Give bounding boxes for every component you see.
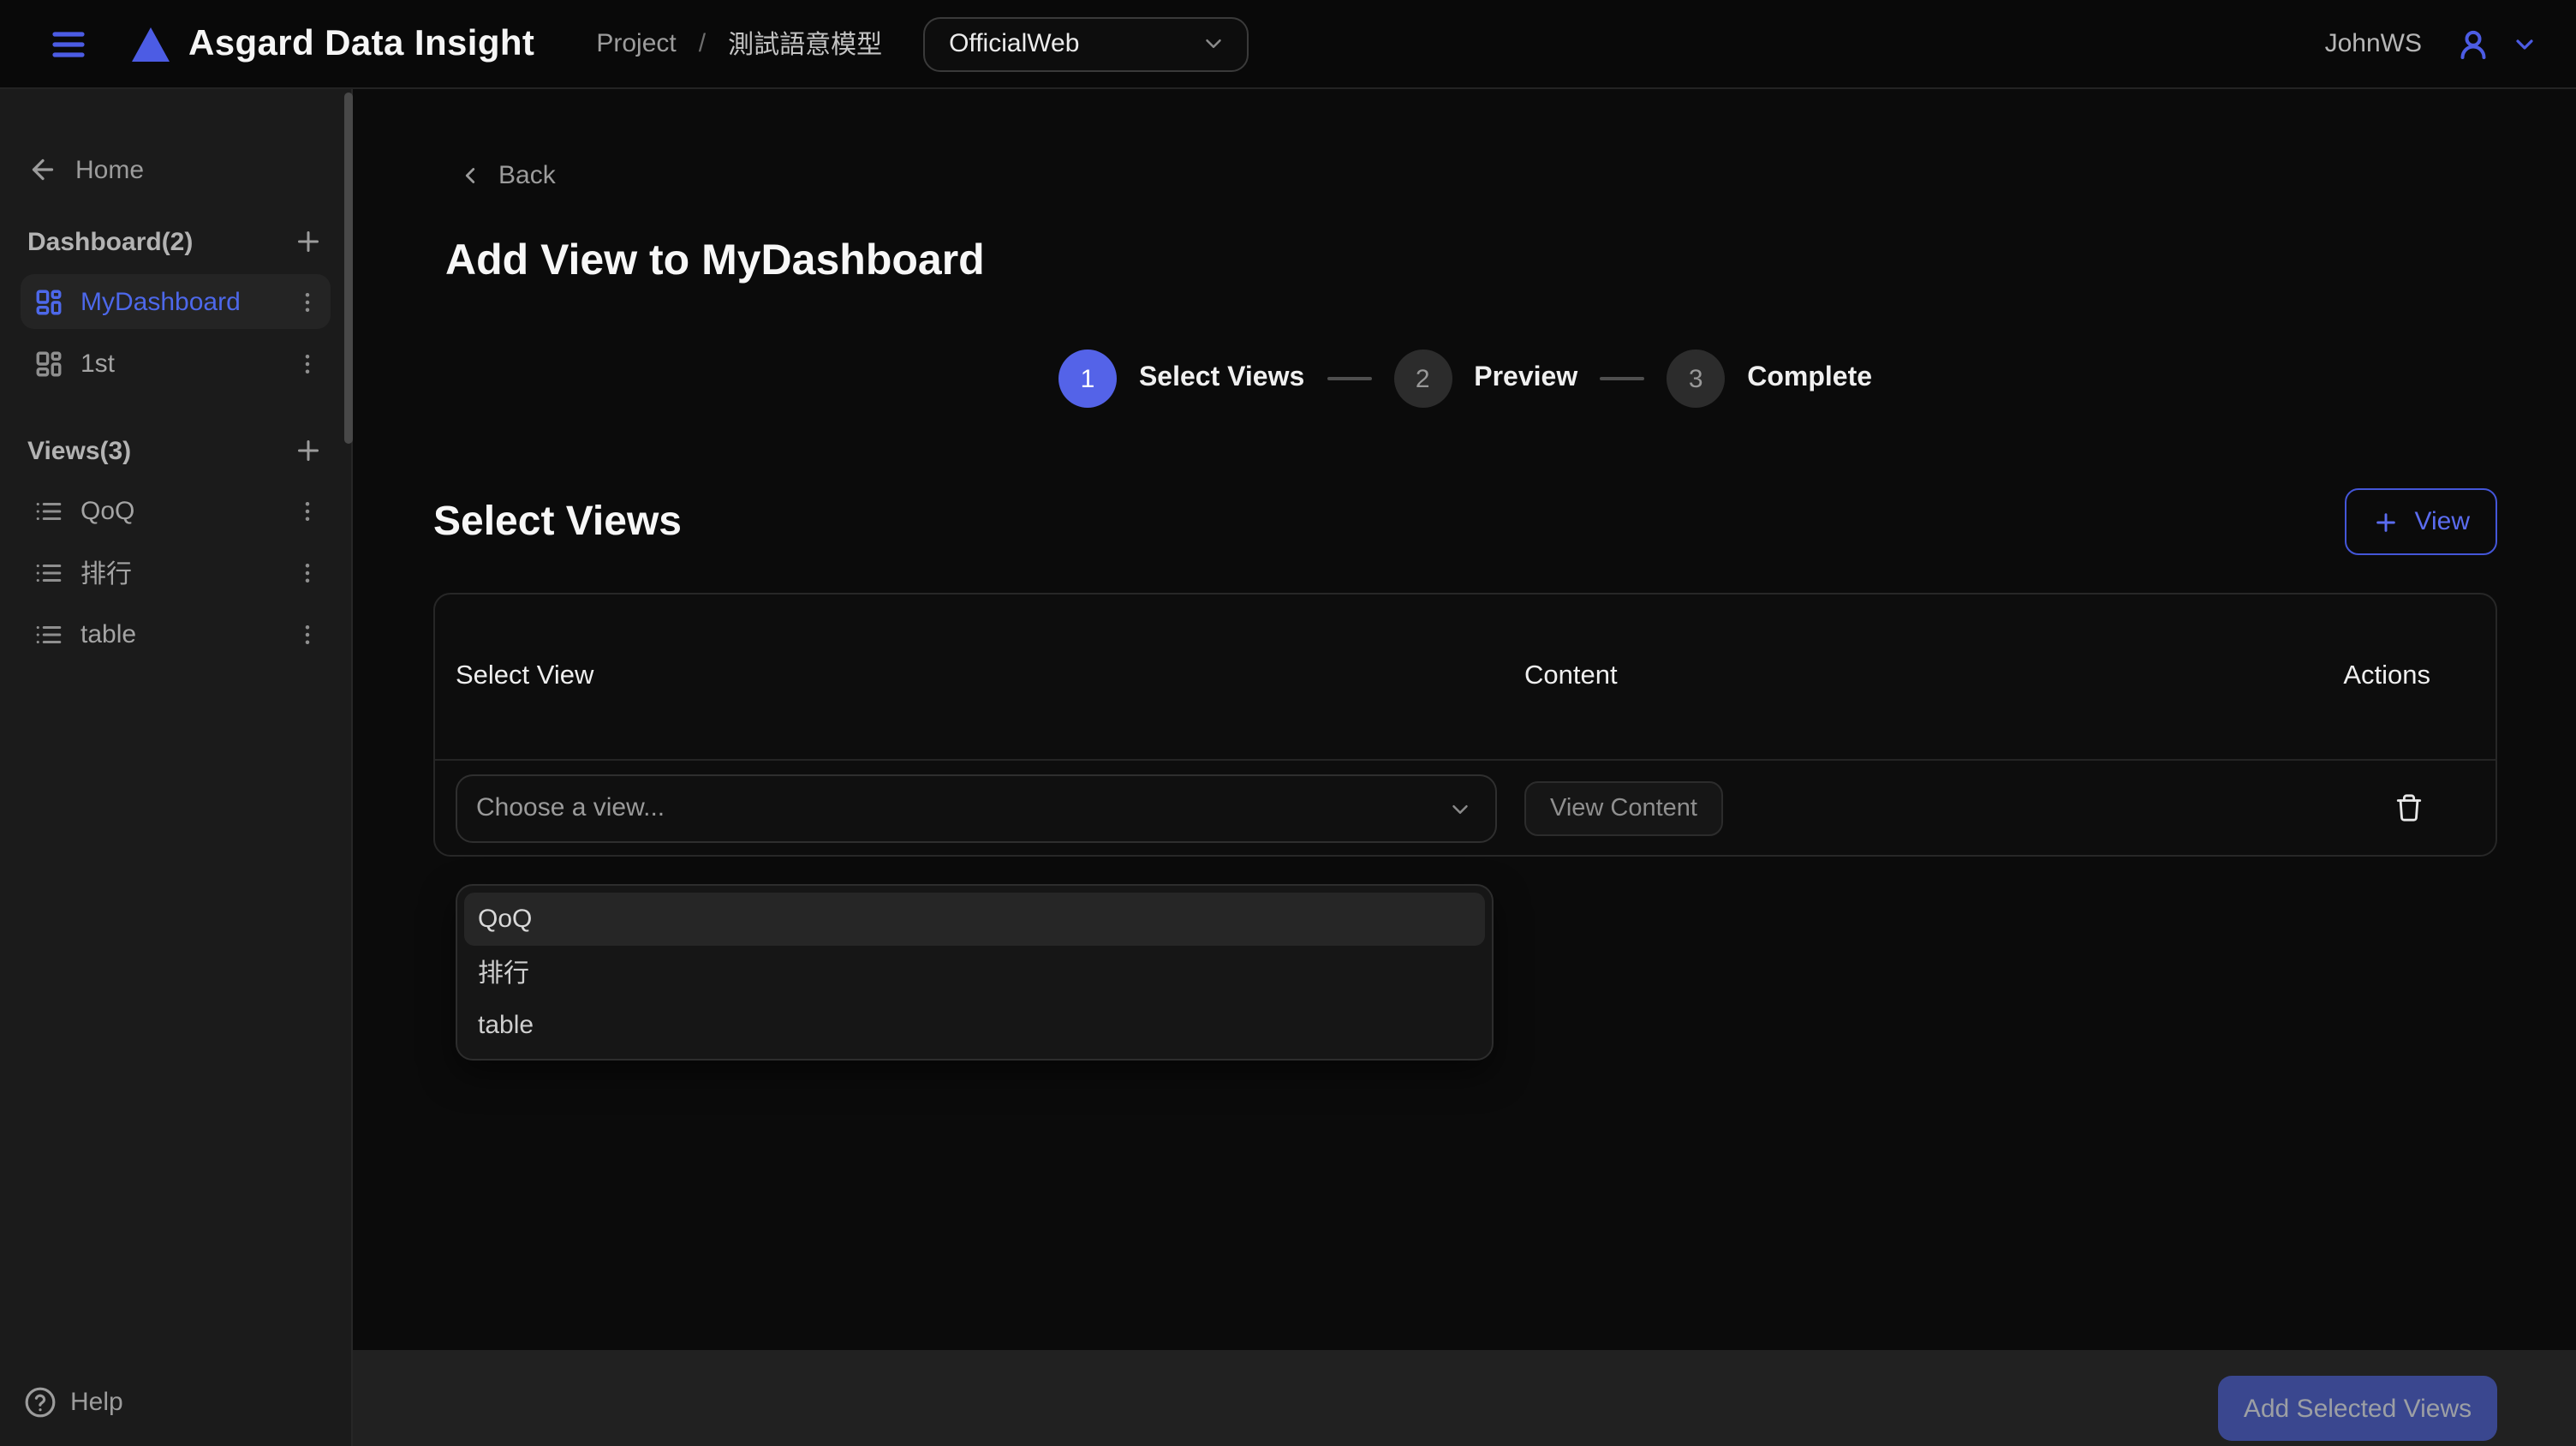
- dropdown-option-qoq[interactable]: QoQ: [464, 893, 1485, 946]
- back-label: Back: [498, 161, 556, 190]
- list-icon: [34, 619, 63, 648]
- step-select-views: 1 Select Views: [1058, 350, 1304, 408]
- sidebar-item-qoq[interactable]: QoQ: [21, 483, 331, 538]
- arrow-left-icon: [27, 154, 58, 185]
- list-icon: [34, 496, 63, 525]
- chevron-left-icon: [457, 163, 483, 188]
- footer-bar: Add Selected Views: [353, 1350, 2576, 1446]
- view-select[interactable]: Choose a view...: [456, 774, 1497, 842]
- column-header-content: Content: [1524, 661, 2287, 692]
- step-preview: 2 Preview: [1393, 350, 1577, 408]
- select-views-card: Select View Content Actions Choose a vie…: [433, 593, 2497, 857]
- sidebar-item-1st[interactable]: 1st: [21, 336, 331, 391]
- user-menu[interactable]: JohnWS: [2325, 27, 2538, 61]
- section-title: Select Views: [433, 498, 682, 546]
- breadcrumb-project[interactable]: Project: [596, 29, 676, 58]
- sidebar-item-label: 1st: [80, 349, 295, 378]
- plus-icon[interactable]: [293, 226, 324, 257]
- page-title: Add View to MyDashboard: [445, 236, 2497, 286]
- workspace-select[interactable]: OfficialWeb: [923, 16, 1249, 71]
- section-header-row: Select Views View: [433, 488, 2497, 555]
- sidebar-item-label: table: [80, 619, 295, 648]
- sidebar-item-ranking[interactable]: 排行: [21, 545, 331, 600]
- kebab-menu-icon[interactable]: [295, 498, 320, 523]
- sidebar-item-mydashboard[interactable]: MyDashboard: [21, 274, 331, 329]
- app-title: Asgard Data Insight: [188, 23, 534, 64]
- main-content: Back Add View to MyDashboard 1 Select Vi…: [353, 89, 2576, 1350]
- sidebar-section-dashboard-label: Dashboard(2): [27, 227, 193, 256]
- sidebar-item-label: MyDashboard: [80, 287, 295, 316]
- help-icon: [24, 1386, 57, 1419]
- dropdown-option-table[interactable]: table: [464, 999, 1485, 1052]
- breadcrumb-separator: /: [699, 29, 706, 58]
- topbar: Asgard Data Insight Project / 測試語意模型 Off…: [0, 0, 2576, 89]
- step-label: Preview: [1474, 363, 1577, 394]
- kebab-menu-icon[interactable]: [295, 621, 320, 647]
- kebab-menu-icon[interactable]: [295, 350, 320, 376]
- user-icon: [2456, 27, 2490, 61]
- add-selected-views-button[interactable]: Add Selected Views: [2218, 1376, 2497, 1441]
- sidebar-section-views: Views(3): [27, 435, 324, 466]
- card-header-row: Select View Content Actions: [435, 595, 2496, 761]
- step-label: Complete: [1747, 363, 1872, 394]
- app-window: Asgard Data Insight Project / 測試語意模型 Off…: [0, 0, 2576, 1446]
- kebab-menu-icon[interactable]: [295, 559, 320, 585]
- stepper: 1 Select Views 2 Preview 3 Complete: [433, 350, 2497, 408]
- sidebar-scrollbar[interactable]: [344, 93, 353, 444]
- sidebar-item-label: QoQ: [80, 496, 295, 525]
- view-select-dropdown: QoQ 排行 table: [456, 884, 1494, 1061]
- sidebar-section-views-label: Views(3): [27, 436, 131, 465]
- sidebar-home-label: Home: [75, 155, 144, 184]
- menu-icon[interactable]: [48, 23, 89, 64]
- trash-icon[interactable]: [2394, 793, 2424, 822]
- sidebar-home-link[interactable]: Home: [27, 154, 331, 185]
- add-view-button[interactable]: View: [2345, 488, 2498, 555]
- plus-icon: [2372, 508, 2400, 535]
- sidebar-item-table[interactable]: table: [21, 606, 331, 661]
- view-content-button[interactable]: View Content: [1524, 780, 1723, 835]
- add-view-button-label: View: [2415, 507, 2471, 536]
- list-icon: [34, 558, 63, 587]
- sidebar-help-link[interactable]: Help: [24, 1386, 123, 1419]
- view-row: Choose a view... View Content: [435, 761, 2496, 855]
- sidebar: Home Dashboard(2) MyDashboard 1st: [0, 89, 353, 1446]
- actions-cell: [2287, 793, 2475, 822]
- column-header-select-view: Select View: [456, 661, 1524, 692]
- breadcrumb: Project / 測試語意模型: [596, 26, 882, 62]
- step-connector: [1327, 377, 1371, 380]
- sidebar-item-label: 排行: [80, 554, 295, 590]
- content-cell: View Content: [1524, 780, 2287, 835]
- sidebar-section-dashboard: Dashboard(2): [27, 226, 324, 257]
- kebab-menu-icon[interactable]: [295, 289, 320, 314]
- user-name: JohnWS: [2325, 29, 2422, 58]
- dropdown-option-ranking[interactable]: 排行: [464, 946, 1485, 999]
- step-connector: [1600, 377, 1644, 380]
- step-complete: 3 Complete: [1667, 350, 1872, 408]
- dashboard-icon: [34, 287, 63, 316]
- plus-icon[interactable]: [293, 435, 324, 466]
- step-number-badge: 2: [1393, 350, 1452, 408]
- step-number-badge: 3: [1667, 350, 1725, 408]
- view-select-value: Choose a view...: [476, 793, 665, 822]
- sidebar-help-label: Help: [70, 1388, 123, 1417]
- workspace-select-value: OfficialWeb: [949, 29, 1079, 58]
- back-button[interactable]: Back: [457, 161, 556, 190]
- column-header-actions: Actions: [2287, 661, 2475, 692]
- chevron-down-icon: [1447, 796, 1473, 822]
- chevron-down-icon: [2511, 30, 2538, 57]
- chevron-down-icon: [1201, 31, 1226, 57]
- dashboard-icon: [34, 349, 63, 378]
- logo-triangle-icon: [130, 25, 171, 63]
- breadcrumb-current[interactable]: 測試語意模型: [728, 26, 882, 62]
- step-number-badge: 1: [1058, 350, 1117, 408]
- step-label: Select Views: [1139, 363, 1304, 394]
